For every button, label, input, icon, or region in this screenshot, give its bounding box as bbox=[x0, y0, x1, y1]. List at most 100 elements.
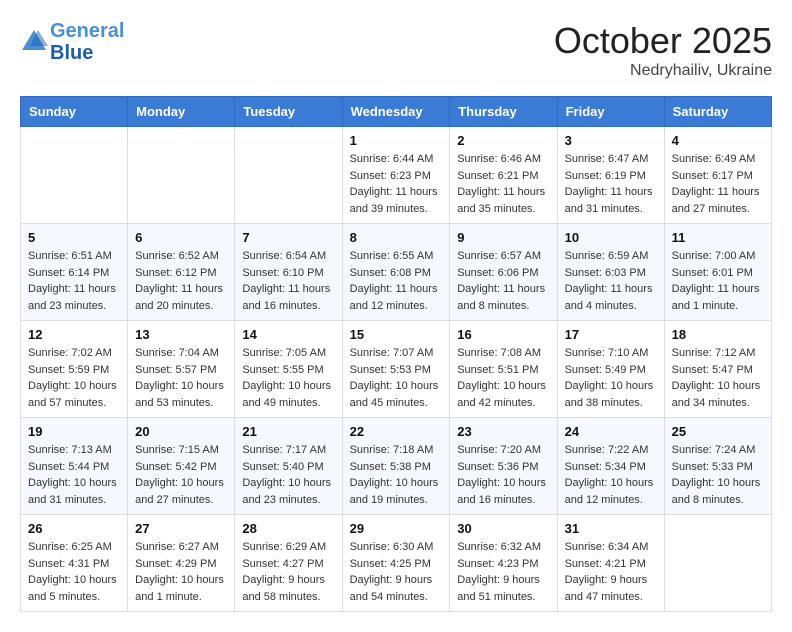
day-number: 22 bbox=[350, 424, 443, 439]
day-number: 10 bbox=[565, 230, 657, 245]
calendar-cell: 4 Sunrise: 6:49 AM Sunset: 6:17 PM Daylig… bbox=[664, 127, 771, 224]
calendar-cell: 28 Sunrise: 6:29 AM Sunset: 4:27 PM Dayli… bbox=[235, 515, 342, 612]
day-number: 27 bbox=[135, 521, 227, 536]
day-info: Sunrise: 6:52 AM Sunset: 6:12 PM Dayligh… bbox=[135, 248, 227, 314]
day-info: Sunrise: 6:51 AM Sunset: 6:14 PM Dayligh… bbox=[28, 248, 120, 314]
location: Nedryhailiv, Ukraine bbox=[554, 62, 772, 80]
calendar-cell: 18Sunrise: 7:12 AM Sunset: 5:47 PM Dayli… bbox=[664, 321, 771, 418]
day-number: 3 bbox=[565, 133, 657, 148]
day-number: 16 bbox=[457, 327, 549, 342]
weekday-header-wednesday: Wednesday bbox=[342, 97, 450, 127]
day-number: 28 bbox=[242, 521, 334, 536]
calendar-week-3: 12 Sunrise: 7:02 AM Sunset: 5:59 PM Dayli… bbox=[21, 321, 772, 418]
logo-text-blue: Blue bbox=[50, 42, 124, 64]
calendar-cell bbox=[128, 127, 235, 224]
day-info: Sunrise: 7:07 AM Sunset: 5:53 PM Dayligh… bbox=[350, 345, 443, 411]
logo-text-general: General bbox=[50, 20, 124, 42]
day-info: Sunrise: 6:34 AM Sunset: 4:21 PM Dayligh… bbox=[565, 539, 657, 605]
day-number: 9 bbox=[457, 230, 549, 245]
day-number: 8 bbox=[350, 230, 443, 245]
calendar-cell: 6 Sunrise: 6:52 AM Sunset: 6:12 PM Daylig… bbox=[128, 224, 235, 321]
day-number: 17 bbox=[565, 327, 657, 342]
day-number: 21 bbox=[242, 424, 334, 439]
day-info: Sunrise: 7:22 AM Sunset: 5:34 PM Dayligh… bbox=[565, 442, 657, 508]
day-number: 14 bbox=[242, 327, 334, 342]
calendar-cell: 11 Sunrise: 7:00 AM Sunset: 6:01 PM Dayli… bbox=[664, 224, 771, 321]
calendar-cell: 30 Sunrise: 6:32 AM Sunset: 4:23 PM Dayli… bbox=[450, 515, 557, 612]
day-info: Sunrise: 7:05 AM Sunset: 5:55 PM Dayligh… bbox=[242, 345, 334, 411]
day-number: 31 bbox=[565, 521, 657, 536]
title-block: October 2025 Nedryhailiv, Ukraine bbox=[554, 20, 772, 80]
day-number: 20 bbox=[135, 424, 227, 439]
day-info: Sunrise: 6:49 AM Sunset: 6:17 PM Dayligh… bbox=[672, 151, 764, 217]
day-info: Sunrise: 6:32 AM Sunset: 4:23 PM Dayligh… bbox=[457, 539, 549, 605]
day-info: Sunrise: 7:00 AM Sunset: 6:01 PM Dayligh… bbox=[672, 248, 764, 314]
day-number: 13 bbox=[135, 327, 227, 342]
day-info: Sunrise: 6:57 AM Sunset: 6:06 PM Dayligh… bbox=[457, 248, 549, 314]
day-info: Sunrise: 7:10 AM Sunset: 5:49 PM Dayligh… bbox=[565, 345, 657, 411]
calendar-cell: 14 Sunrise: 7:05 AM Sunset: 5:55 PM Dayli… bbox=[235, 321, 342, 418]
calendar-cell: 19Sunrise: 7:13 AM Sunset: 5:44 PM Dayli… bbox=[21, 418, 128, 515]
day-number: 23 bbox=[457, 424, 549, 439]
page-header: General Blue October 2025 Nedryhailiv, U… bbox=[20, 20, 772, 80]
day-info: Sunrise: 7:04 AM Sunset: 5:57 PM Dayligh… bbox=[135, 345, 227, 411]
calendar-cell: 17 Sunrise: 7:10 AM Sunset: 5:49 PM Dayli… bbox=[557, 321, 664, 418]
calendar-cell: 31 Sunrise: 6:34 AM Sunset: 4:21 PM Dayli… bbox=[557, 515, 664, 612]
day-info: Sunrise: 7:08 AM Sunset: 5:51 PM Dayligh… bbox=[457, 345, 549, 411]
day-info: Sunrise: 6:47 AM Sunset: 6:19 PM Dayligh… bbox=[565, 151, 657, 217]
day-number: 18 bbox=[672, 327, 764, 342]
calendar-week-5: 26 Sunrise: 6:25 AM Sunset: 4:31 PM Dayli… bbox=[21, 515, 772, 612]
calendar-cell: 10 Sunrise: 6:59 AM Sunset: 6:03 PM Dayli… bbox=[557, 224, 664, 321]
day-number: 25 bbox=[672, 424, 764, 439]
calendar-cell: 15 Sunrise: 7:07 AM Sunset: 5:53 PM Dayli… bbox=[342, 321, 450, 418]
calendar-cell: 21Sunrise: 7:17 AM Sunset: 5:40 PM Dayli… bbox=[235, 418, 342, 515]
day-number: 30 bbox=[457, 521, 549, 536]
day-number: 7 bbox=[242, 230, 334, 245]
weekday-header-saturday: Saturday bbox=[664, 97, 771, 127]
calendar-table: SundayMondayTuesdayWednesdayThursdayFrid… bbox=[20, 96, 772, 612]
weekday-header-monday: Monday bbox=[128, 97, 235, 127]
weekday-header-sunday: Sunday bbox=[21, 97, 128, 127]
day-info: Sunrise: 7:24 AM Sunset: 5:33 PM Dayligh… bbox=[672, 442, 764, 508]
day-number: 4 bbox=[672, 133, 764, 148]
calendar-cell: 12 Sunrise: 7:02 AM Sunset: 5:59 PM Dayli… bbox=[21, 321, 128, 418]
day-number: 5 bbox=[28, 230, 120, 245]
day-info: Sunrise: 7:15 AM Sunset: 5:42 PM Dayligh… bbox=[135, 442, 227, 508]
calendar-cell: 16 Sunrise: 7:08 AM Sunset: 5:51 PM Dayli… bbox=[450, 321, 557, 418]
weekday-header-friday: Friday bbox=[557, 97, 664, 127]
day-info: Sunrise: 6:25 AM Sunset: 4:31 PM Dayligh… bbox=[28, 539, 120, 605]
calendar-cell: 27 Sunrise: 6:27 AM Sunset: 4:29 PM Dayli… bbox=[128, 515, 235, 612]
day-info: Sunrise: 6:46 AM Sunset: 6:21 PM Dayligh… bbox=[457, 151, 549, 217]
day-info: Sunrise: 6:29 AM Sunset: 4:27 PM Dayligh… bbox=[242, 539, 334, 605]
day-info: Sunrise: 6:54 AM Sunset: 6:10 PM Dayligh… bbox=[242, 248, 334, 314]
day-info: Sunrise: 6:27 AM Sunset: 4:29 PM Dayligh… bbox=[135, 539, 227, 605]
calendar-cell: 22Sunrise: 7:18 AM Sunset: 5:38 PM Dayli… bbox=[342, 418, 450, 515]
calendar-cell: 2 Sunrise: 6:46 AM Sunset: 6:21 PM Daylig… bbox=[450, 127, 557, 224]
day-number: 15 bbox=[350, 327, 443, 342]
day-number: 6 bbox=[135, 230, 227, 245]
weekday-header-row: SundayMondayTuesdayWednesdayThursdayFrid… bbox=[21, 97, 772, 127]
day-info: Sunrise: 6:59 AM Sunset: 6:03 PM Dayligh… bbox=[565, 248, 657, 314]
calendar-week-1: 1Sunrise: 6:44 AM Sunset: 6:23 PM Daylig… bbox=[21, 127, 772, 224]
calendar-cell: 8 Sunrise: 6:55 AM Sunset: 6:08 PM Daylig… bbox=[342, 224, 450, 321]
day-number: 2 bbox=[457, 133, 549, 148]
calendar-cell: 29Sunrise: 6:30 AM Sunset: 4:25 PM Dayli… bbox=[342, 515, 450, 612]
calendar-cell bbox=[664, 515, 771, 612]
calendar-cell: 20 Sunrise: 7:15 AM Sunset: 5:42 PM Dayli… bbox=[128, 418, 235, 515]
weekday-header-tuesday: Tuesday bbox=[235, 97, 342, 127]
day-number: 19 bbox=[28, 424, 120, 439]
day-number: 12 bbox=[28, 327, 120, 342]
day-info: Sunrise: 6:55 AM Sunset: 6:08 PM Dayligh… bbox=[350, 248, 443, 314]
calendar-cell: 26 Sunrise: 6:25 AM Sunset: 4:31 PM Dayli… bbox=[21, 515, 128, 612]
day-number: 11 bbox=[672, 230, 764, 245]
calendar-cell bbox=[21, 127, 128, 224]
calendar-cell: 13 Sunrise: 7:04 AM Sunset: 5:57 PM Dayli… bbox=[128, 321, 235, 418]
day-number: 26 bbox=[28, 521, 120, 536]
logo-icon bbox=[20, 28, 48, 56]
day-info: Sunrise: 7:02 AM Sunset: 5:59 PM Dayligh… bbox=[28, 345, 120, 411]
calendar-cell: 5 Sunrise: 6:51 AM Sunset: 6:14 PM Daylig… bbox=[21, 224, 128, 321]
logo: General Blue bbox=[20, 20, 124, 64]
month-title: October 2025 bbox=[554, 20, 772, 62]
day-info: Sunrise: 6:44 AM Sunset: 6:23 PM Dayligh… bbox=[350, 151, 443, 217]
weekday-header-thursday: Thursday bbox=[450, 97, 557, 127]
